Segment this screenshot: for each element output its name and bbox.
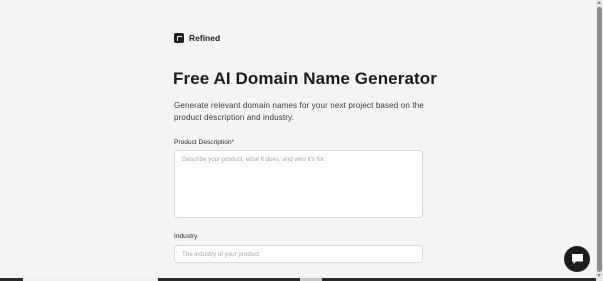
refined-logo-icon: [174, 33, 184, 43]
scroll-up-arrow-icon[interactable]: [597, 1, 601, 4]
scroll-down-arrow-icon[interactable]: [597, 274, 601, 277]
chat-button[interactable]: [564, 246, 590, 272]
industry-label: Industry: [174, 233, 198, 240]
product-description-label: Product Description*: [174, 139, 235, 146]
page-subtitle: Generate relevant domain names for your …: [174, 101, 424, 122]
scrollbar-thumb[interactable]: [597, 7, 602, 272]
product-description-field[interactable]: [174, 150, 423, 218]
page: Refined Free AI Domain Name Generator Ge…: [0, 0, 596, 281]
industry-field[interactable]: [174, 245, 423, 263]
brand-logo[interactable]: Refined: [174, 33, 220, 43]
chat-bubble-icon: [571, 254, 583, 264]
page-title: Free AI Domain Name Generator: [173, 69, 437, 88]
brand-name: Refined: [189, 33, 221, 43]
vertical-scrollbar[interactable]: [596, 0, 603, 281]
